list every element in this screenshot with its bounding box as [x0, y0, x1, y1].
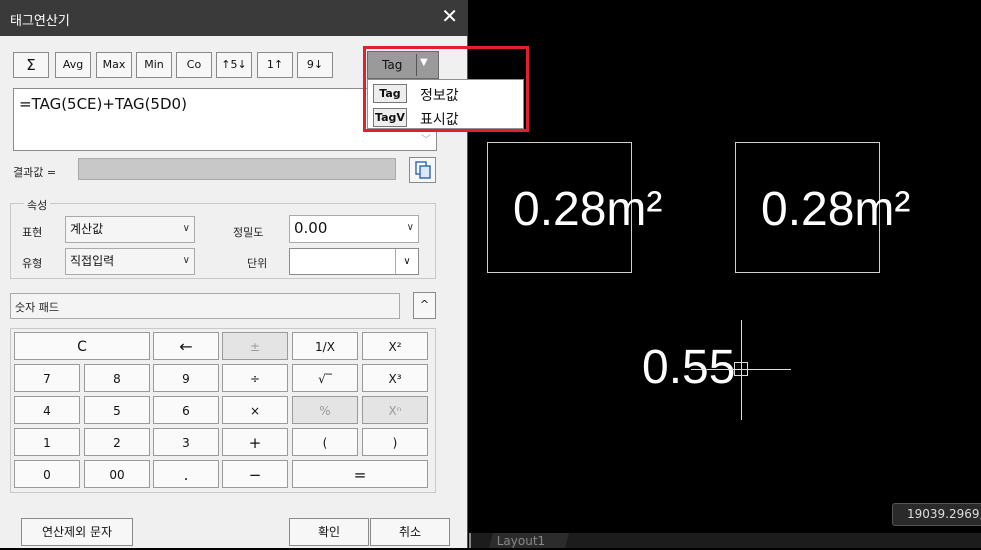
- chevron-down-icon: ∨: [182, 223, 190, 234]
- one-up-button[interactable]: 1↑: [257, 52, 293, 78]
- key-2[interactable]: 2: [84, 428, 150, 456]
- exclude-chars-button[interactable]: 연산제외 문자: [21, 518, 133, 546]
- expression-label: 표현: [22, 226, 43, 239]
- copy-icon: [415, 161, 431, 179]
- min-button[interactable]: Min: [136, 52, 172, 78]
- avg-button[interactable]: Avg: [55, 52, 91, 78]
- square-button[interactable]: X²: [362, 332, 428, 360]
- plus-minus-button[interactable]: ±: [222, 332, 288, 360]
- power-button[interactable]: Xⁿ: [362, 396, 428, 424]
- numeric-pad-header: 숫자 패드: [10, 293, 400, 319]
- percent-button[interactable]: %: [292, 396, 358, 424]
- tag-code-badge: Tag: [373, 84, 407, 103]
- key-8[interactable]: 8: [84, 364, 150, 392]
- expression-value: 계산값: [70, 222, 104, 236]
- multiply-button[interactable]: ×: [222, 396, 288, 424]
- sum-label-center[interactable]: 0.55: [642, 344, 735, 392]
- key-1[interactable]: 1: [14, 428, 80, 456]
- properties-legend: 속성: [24, 197, 51, 213]
- numeric-pad-label: 숫자 패드: [15, 301, 59, 314]
- clear-button[interactable]: C: [14, 332, 150, 360]
- tab-layout1-label: Layout1: [496, 534, 546, 548]
- title-bar: 태그연산기 ✕: [0, 0, 468, 36]
- layout-tab-strip: Layout1: [469, 533, 981, 548]
- sqrt-button[interactable]: √‾: [292, 364, 358, 392]
- collapse-pad-button[interactable]: ^: [413, 292, 436, 319]
- precision-select[interactable]: 0.00 ∨: [289, 215, 419, 243]
- chevron-down-icon: ∨: [406, 222, 414, 233]
- coordinate-readout: 19039.2969,2: [892, 503, 981, 526]
- key-5[interactable]: 5: [84, 396, 150, 424]
- backspace-button[interactable]: ←: [153, 332, 219, 360]
- key-0[interactable]: 0: [14, 460, 80, 488]
- right-paren-button[interactable]: ): [362, 428, 428, 456]
- left-paren-button[interactable]: (: [292, 428, 358, 456]
- tag-selector[interactable]: Tag ▼: [367, 51, 439, 79]
- type-value: 직접입력: [70, 254, 115, 268]
- decimal-button[interactable]: .: [153, 460, 219, 488]
- co-button[interactable]: Co: [176, 52, 212, 78]
- formula-text: =TAG(5CE)+TAG(5D0): [19, 95, 187, 113]
- result-label: 결과값 =: [13, 166, 57, 179]
- result-field: [78, 158, 396, 180]
- tab-divider: [469, 533, 471, 548]
- chevron-down-icon: ▼: [420, 57, 428, 68]
- reciprocal-button[interactable]: 1/X: [292, 332, 358, 360]
- type-label: 유형: [22, 257, 43, 270]
- precision-label: 정밀도: [233, 226, 264, 239]
- five-up-down-button[interactable]: ↑5↓: [216, 52, 252, 78]
- dialog-title: 태그연산기: [10, 14, 70, 29]
- plus-button[interactable]: +: [222, 428, 288, 456]
- key-4[interactable]: 4: [14, 396, 80, 424]
- tagv-code-badge: TagV: [373, 108, 407, 127]
- key-6[interactable]: 6: [153, 396, 219, 424]
- tab-layout1[interactable]: Layout1: [488, 533, 570, 548]
- equals-button[interactable]: =: [292, 460, 428, 488]
- expression-select[interactable]: 계산값 ∨: [65, 216, 195, 243]
- cube-button[interactable]: X³: [362, 364, 428, 392]
- chevron-down-icon: ∨: [395, 249, 418, 274]
- key-9[interactable]: 9: [153, 364, 219, 392]
- unit-label: 단위: [247, 257, 268, 270]
- unit-select[interactable]: ∨: [289, 248, 419, 275]
- key-3[interactable]: 3: [153, 428, 219, 456]
- sum-button[interactable]: Σ: [13, 52, 49, 78]
- chevron-down-icon: ∨: [182, 255, 190, 266]
- separator: [416, 54, 417, 76]
- nine-down-button[interactable]: 9↓: [297, 52, 333, 78]
- divide-button[interactable]: ÷: [222, 364, 288, 392]
- ok-button[interactable]: 확인: [289, 518, 369, 546]
- drawing-canvas[interactable]: 0.28m² 0.28m² 0.55 19039.2969,2 Layout1: [469, 0, 981, 548]
- tagv-option-label: 표시값: [420, 112, 459, 128]
- tag-selector-value: Tag: [382, 58, 403, 72]
- copy-button[interactable]: [409, 157, 436, 183]
- key-00[interactable]: 00: [84, 460, 150, 488]
- type-select[interactable]: 직접입력 ∨: [65, 248, 195, 275]
- minus-button[interactable]: −: [222, 460, 288, 488]
- area-label-right[interactable]: 0.28m²: [761, 186, 910, 234]
- close-icon[interactable]: ✕: [441, 6, 458, 26]
- key-7[interactable]: 7: [14, 364, 80, 392]
- tag-option-label: 정보값: [420, 88, 459, 104]
- precision-value: 0.00: [294, 219, 328, 237]
- crosshair-pickbox: [734, 362, 748, 376]
- area-label-left[interactable]: 0.28m²: [513, 186, 662, 234]
- chevron-down-icon: ﹀: [421, 135, 431, 146]
- max-button[interactable]: Max: [96, 52, 132, 78]
- cancel-button[interactable]: 취소: [370, 518, 450, 546]
